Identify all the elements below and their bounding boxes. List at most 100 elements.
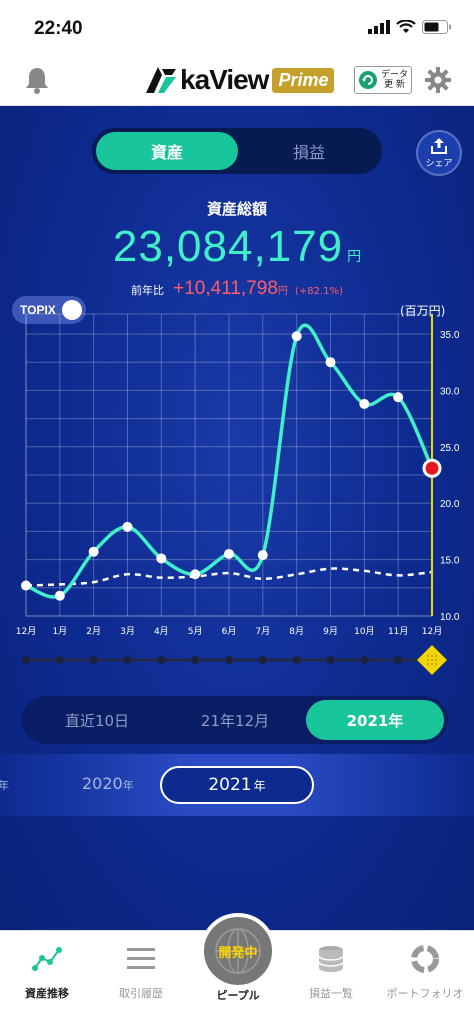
range-month[interactable]: 21年12月 [170,696,300,744]
chart-point[interactable] [54,590,65,601]
coins-stack-icon [318,946,344,972]
timeline-handle-grip-dot [435,663,437,665]
x-tick-label: 2月 [86,626,101,637]
year-2021-unit: 年 [253,778,266,793]
asset-chart[interactable]: 10.0 15.0 20.0 25.0 30.0 35.0 12月 1月 2月 3月 4月 5月 6月 7… [0,306,474,681]
y-tick-label: 20.0 [440,499,460,510]
logo-prime-badge: Prime [272,67,335,93]
chart-point[interactable] [325,357,336,368]
data-update-button[interactable]: データ 更 新 [354,66,412,94]
total-assets-label: 資産総額 [206,200,267,218]
asset-dashboard: 資産 損益 シェア 資産総額 23,084,179 円 前年比 +10,411,7… [0,106,474,930]
yoy-percent: (+82.1%) [295,286,343,297]
timeline-dot[interactable] [157,656,166,664]
gear-icon[interactable] [424,66,452,94]
nav-portfolio-label: ポートフォリオ [386,987,464,1000]
data-update-line1: データ [381,70,409,80]
nav-profit-loss-list-label: 損益一覧 [309,987,353,1000]
status-icons [368,20,452,34]
timeline-handle-grip-dot [431,655,433,657]
nav-trade-history[interactable]: 取引履歴 [96,941,186,1001]
status-time: 22:40 [34,18,83,39]
app-header: kaView Prime データ 更 新 [0,54,474,106]
timeline-dot[interactable] [326,656,335,664]
x-tick-label: 5月 [188,626,203,637]
timeline-handle-grip-dot [435,659,437,661]
chart-point[interactable] [156,553,167,564]
share-label: シェア [425,159,453,169]
data-update-label: データ 更 新 [381,70,408,90]
timeline-dot[interactable] [225,656,233,664]
logo-mark-icon [146,67,176,93]
data-update-line2: 更 新 [384,80,405,90]
x-tick-label: 10月 [354,626,374,637]
chart-point[interactable] [257,550,268,561]
chart-point-current[interactable] [422,458,442,478]
x-tick-label: 12月 [16,626,36,637]
range-selector: 直近10日 21年12月 2021年 [22,696,448,744]
status-bar: 22:40 [0,0,474,54]
timeline-dot[interactable] [258,656,267,664]
nav-people-button[interactable]: 開発中 [200,913,276,989]
timeline-dot[interactable] [360,656,369,664]
x-tick-label: 1月 [52,626,67,637]
signal-icon [368,20,390,34]
list-icon [127,948,155,969]
bell-icon[interactable] [24,66,50,94]
year-selector: 年 2020年 2021 年 [0,754,474,816]
x-tick-label: 12月 [422,626,442,637]
year-2021[interactable]: 2021 年 [160,766,314,804]
chart-point[interactable] [359,398,370,409]
chart-point[interactable] [224,548,234,559]
yoy-unit: 円 [277,286,288,297]
timeline-handle-grip-dot [435,655,437,657]
total-assets: 23,084,179 円 [0,222,474,272]
chart-point[interactable] [88,546,99,557]
timeline-dot[interactable] [89,656,98,664]
year-2020-value: 2020 [82,774,123,793]
app-logo: kaView Prime [144,62,335,98]
total-assets-unit: 円 [347,249,362,265]
year-2020[interactable]: 2020年 [82,774,134,793]
x-tick-label: 3月 [120,626,135,637]
x-tick-label: 9月 [323,626,338,637]
chart-point[interactable] [291,331,302,342]
chart-point[interactable] [21,580,31,591]
nav-portfolio[interactable]: ポートフォリオ [380,941,470,1001]
timeline-dot[interactable] [55,656,64,664]
y-tick-label: 25.0 [440,443,460,454]
bottom-nav: 資産推移 取引履歴 開発中 ピープル 損益一覧 ポートフォリオ [0,913,474,1024]
refresh-icon [359,71,377,89]
timeline-dot[interactable] [22,656,30,664]
y-tick-label: 35.0 [440,330,460,341]
nav-people-label: ピープル [216,989,260,1002]
nav-profit-loss-list[interactable]: 損益一覧 [286,941,376,1001]
chart-point[interactable] [122,521,133,532]
pie-chart-icon [411,945,439,973]
timeline-dot[interactable] [292,656,301,664]
range-recent-10-days[interactable]: 直近10日 [32,696,162,744]
timeline-dot[interactable] [191,656,200,664]
chart-point[interactable] [393,392,404,403]
timeline-dot[interactable] [123,656,132,664]
yoy-label: 前年比 [131,284,165,297]
range-year[interactable]: 2021年 [306,700,444,740]
timeline-dot[interactable] [394,656,403,664]
timeline-handle-grip-dot [427,663,429,665]
year-partial: 年 [0,774,9,793]
nav-asset-trend[interactable]: 資産推移 [2,941,92,1001]
yoy-value: +10,411,798 [173,278,278,299]
wifi-icon [396,20,416,33]
logo-text: kaView [180,64,269,95]
y-tick-label: 30.0 [440,386,460,397]
x-tick-label: 4月 [154,626,169,637]
chart-point[interactable] [190,569,201,580]
battery-icon [422,20,451,34]
x-tick-label: 11月 [388,626,408,637]
tab-assets[interactable]: 資産 [96,132,238,170]
timeline-handle-grip-dot [431,659,433,661]
tab-profit-loss[interactable]: 損益 [240,132,378,170]
share-button[interactable]: シェア [416,130,462,176]
x-tick-label: 6月 [222,626,237,637]
timeline-handle-grip-dot [427,655,429,657]
